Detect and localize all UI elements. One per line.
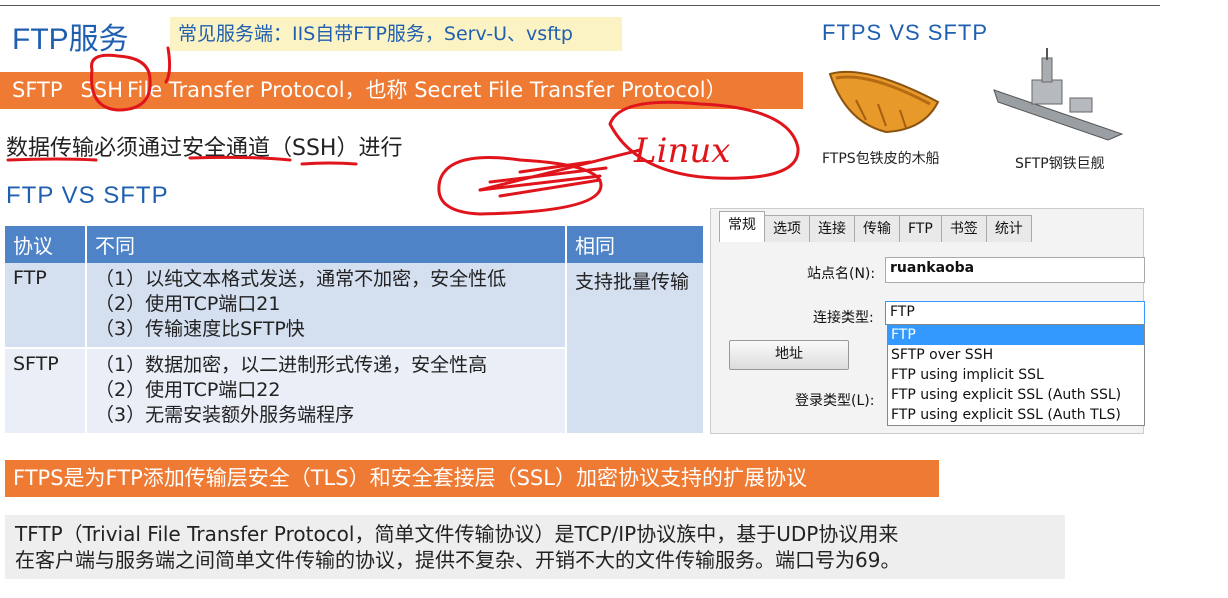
connection-type-label: 连接类型: — [813, 310, 874, 326]
dialog-tabs: 常规 选项 连接 传输 FTP 书签 统计 — [719, 211, 1032, 242]
tab-general[interactable]: 常规 — [719, 211, 765, 242]
watermark: bilibili — [1110, 540, 1194, 568]
ftp-vs-sftp-title: FTP VS SFTP — [6, 182, 169, 209]
sftp-rest: File Transfer Protocol，也称 Secret File Tr… — [126, 78, 727, 102]
tftp-line: 在客户端与服务端之间简单文件传输的协议，提供不复杂、开销不大的文件传输服务。端口… — [15, 548, 901, 572]
sftp-note: 数据传输必须通过安全通道（SSH）进行 — [6, 136, 403, 161]
wooden-boat-image — [828, 70, 940, 134]
ftps-definition-bar: FTPS是为FTP添加传输层安全（TLS）和安全套接层（SSL）加密协议支持的扩… — [5, 460, 939, 497]
sftp-caption: SFTP钢铁巨舰 — [1015, 156, 1105, 172]
header-same: 相同 — [566, 226, 705, 263]
diff-cell: （1）数据加密，以二进制形式传递，安全性高 （2）使用TCP端口22 （3）无需… — [86, 348, 567, 435]
scribble-lines — [478, 160, 608, 198]
top-rule — [0, 5, 1160, 6]
ssh-label: SSH — [80, 78, 123, 102]
tftp-description: TFTP（Trivial File Transfer Protocol，简单文件… — [5, 515, 1065, 579]
ftps-vs-sftp-title: FTPS VS SFTP — [822, 20, 989, 45]
table-row: FTP （1）以纯文本格式发送，通常不加密，安全性低 （2）使用TCP端口21 … — [5, 263, 705, 435]
protocol-cell: FTP — [5, 263, 87, 349]
tftp-line: TFTP（Trivial File Transfer Protocol，简单文件… — [15, 522, 899, 546]
sftp-definition-bar: SFTP SSH File Transfer Protocol，也称 Secret … — [0, 72, 803, 109]
tab-options[interactable]: 选项 — [764, 215, 810, 242]
ftps-caption: FTPS包铁皮的木船 — [822, 151, 940, 167]
address-button[interactable]: 地址 — [729, 340, 849, 370]
tab-transfer[interactable]: 传输 — [854, 215, 900, 242]
diff-cell: （1）以纯文本格式发送，通常不加密，安全性低 （2）使用TCP端口21 （3）传… — [86, 263, 567, 349]
connection-type-select[interactable]: FTP — [885, 301, 1145, 325]
protocol-cell: SFTP — [5, 348, 87, 435]
linux-circle — [608, 100, 800, 180]
site-name-label: 站点名(N): — [807, 266, 876, 282]
dropdown-option[interactable]: FTP using explicit SSL (Auth TLS) — [888, 405, 1144, 425]
comparison-table: 协议 不同 相同 FTP （1）以纯文本格式发送，通常不加密，安全性低 （2）使… — [5, 226, 705, 435]
site-settings-dialog: 常规 选项 连接 传输 FTP 书签 统计 站点名(N): ruankaoba … — [710, 208, 1145, 434]
header-protocol: 协议 — [5, 226, 87, 263]
scribble-loop — [437, 156, 603, 216]
dropdown-option[interactable]: SFTP over SSH — [888, 345, 1144, 365]
same-cell: 支持批量传输 — [566, 263, 705, 435]
diff-line: （3）无需安装额外服务端程序 — [95, 404, 355, 426]
header-diff: 不同 — [86, 226, 567, 263]
tab-connection[interactable]: 连接 — [809, 215, 855, 242]
page-title: FTP服务 — [12, 23, 129, 56]
underline-ssh — [300, 161, 358, 166]
servers-note: 常见服务端：IIS自带FTP服务，Serv-U、vsftp — [170, 17, 622, 51]
diff-line: （3）传输速度比SFTP快 — [95, 318, 305, 340]
dropdown-option[interactable]: FTP using implicit SSL — [888, 365, 1144, 385]
sftp-label: SFTP — [12, 78, 63, 102]
login-type-label: 登录类型(L): — [795, 393, 875, 409]
connection-type-dropdown: FTP SFTP over SSH FTP using implicit SSL… — [887, 324, 1145, 426]
diff-line: （1）以纯文本格式发送，通常不加密，安全性低 — [95, 268, 507, 290]
diff-line: （2）使用TCP端口21 — [95, 293, 281, 315]
warship-image — [993, 48, 1124, 141]
tab-statistics[interactable]: 统计 — [985, 215, 1032, 242]
diff-line: （2）使用TCP端口22 — [95, 379, 281, 401]
handwritten-linux: Linux — [633, 131, 730, 171]
dropdown-option[interactable]: FTP — [888, 325, 1144, 345]
tab-ftp[interactable]: FTP — [899, 215, 942, 242]
dropdown-option[interactable]: FTP using explicit SSL (Auth SSL) — [888, 385, 1144, 405]
diff-line: （1）数据加密，以二进制形式传递，安全性高 — [95, 354, 488, 376]
arrow — [478, 148, 642, 192]
tab-bookmarks[interactable]: 书签 — [940, 215, 987, 242]
site-name-field[interactable]: ruankaoba — [885, 257, 1145, 283]
